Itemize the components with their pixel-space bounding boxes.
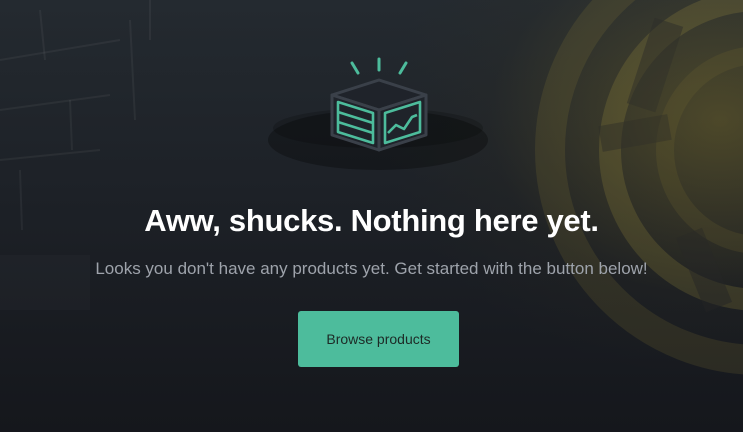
page-title: Aww, shucks. Nothing here yet.: [144, 203, 599, 238]
empty-state-page: Aww, shucks. Nothing here yet. Looks you…: [0, 0, 743, 432]
page-subtitle: Looks you don't have any products yet. G…: [95, 259, 648, 278]
open-box-icon: [330, 57, 428, 152]
empty-state-content: Aww, shucks. Nothing here yet. Looks you…: [0, 0, 743, 432]
browse-products-button[interactable]: Browse products: [298, 311, 459, 367]
